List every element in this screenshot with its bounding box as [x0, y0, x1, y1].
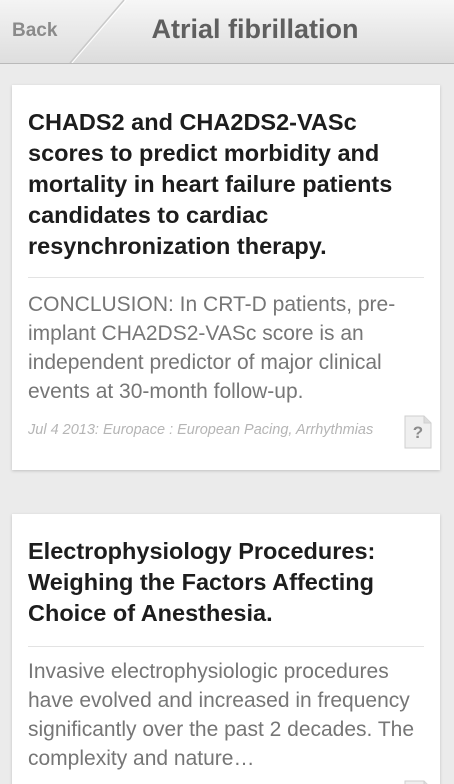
navigation-bar: Back Atrial fibrillation	[0, 0, 454, 64]
page-title: Atrial fibrillation	[151, 14, 359, 44]
unknown-document-icon[interactable]: ?	[404, 415, 432, 449]
article-title[interactable]: CHADS2 and CHA2DS2-VASc scores to predic…	[28, 107, 428, 262]
document-icon[interactable]	[404, 780, 432, 784]
article-card[interactable]: Electrophysiology Procedures: Weighing t…	[12, 514, 440, 784]
article-title[interactable]: Electrophysiology Procedures: Weighing t…	[28, 536, 428, 629]
back-button-label: Back	[12, 20, 58, 41]
card-divider	[28, 646, 424, 647]
article-abstract: Invasive electrophysiologic procedures h…	[28, 660, 415, 770]
article-feed[interactable]: CHADS2 and CHA2DS2-VASc scores to predic…	[0, 64, 454, 784]
doc-icon-glyph: ?	[412, 423, 424, 442]
article-card[interactable]: CHADS2 and CHA2DS2-VASc scores to predic…	[12, 85, 440, 470]
card-divider	[28, 277, 424, 278]
article-abstract: CONCLUSION: In CRT-D patients, pre-impla…	[28, 293, 396, 403]
article-meta: Jul 4 2013: Europace : European Pacing, …	[28, 422, 374, 438]
back-button[interactable]: Back	[0, 0, 127, 63]
